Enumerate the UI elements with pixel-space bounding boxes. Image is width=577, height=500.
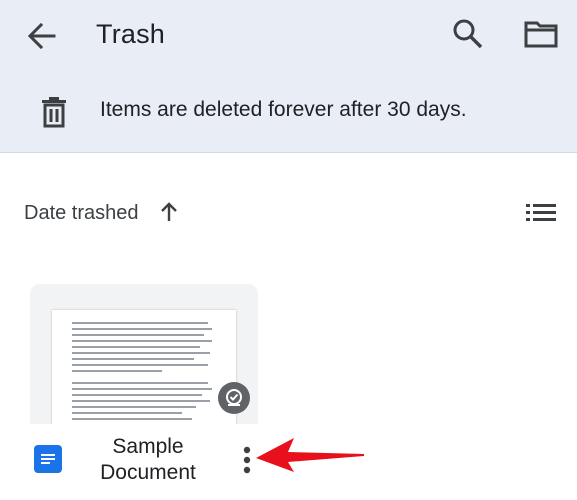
- back-button[interactable]: [24, 18, 60, 54]
- arrow-back-icon: [27, 22, 56, 50]
- file-name[interactable]: Sample Document: [80, 434, 216, 486]
- file-name-line-2: Document: [100, 461, 196, 484]
- trash-can-icon: [38, 94, 70, 130]
- folder-icon: [524, 21, 558, 48]
- trash-info-banner: Items are deleted forever after 30 days.: [0, 82, 577, 153]
- arrow-up-icon: [161, 202, 177, 221]
- file-name-line-1: Sample: [112, 435, 184, 458]
- offline-check-icon: [218, 382, 250, 414]
- banner-message: Items are deleted forever after 30 days.: [100, 98, 467, 121]
- red-arrow-annotation: [256, 438, 364, 472]
- search-button[interactable]: [450, 16, 486, 52]
- search-icon: [453, 19, 483, 49]
- sort-label: Date trashed: [24, 202, 139, 224]
- document-preview: [52, 310, 236, 424]
- google-docs-icon: [34, 445, 62, 473]
- folder-button[interactable]: [522, 16, 560, 52]
- top-app-bar: Trash: [0, 0, 577, 82]
- page-title: Trash: [96, 19, 166, 49]
- list-view-icon: [526, 204, 556, 221]
- view-toggle-button[interactable]: [524, 200, 558, 226]
- sort-bar: Date trashed: [0, 190, 577, 236]
